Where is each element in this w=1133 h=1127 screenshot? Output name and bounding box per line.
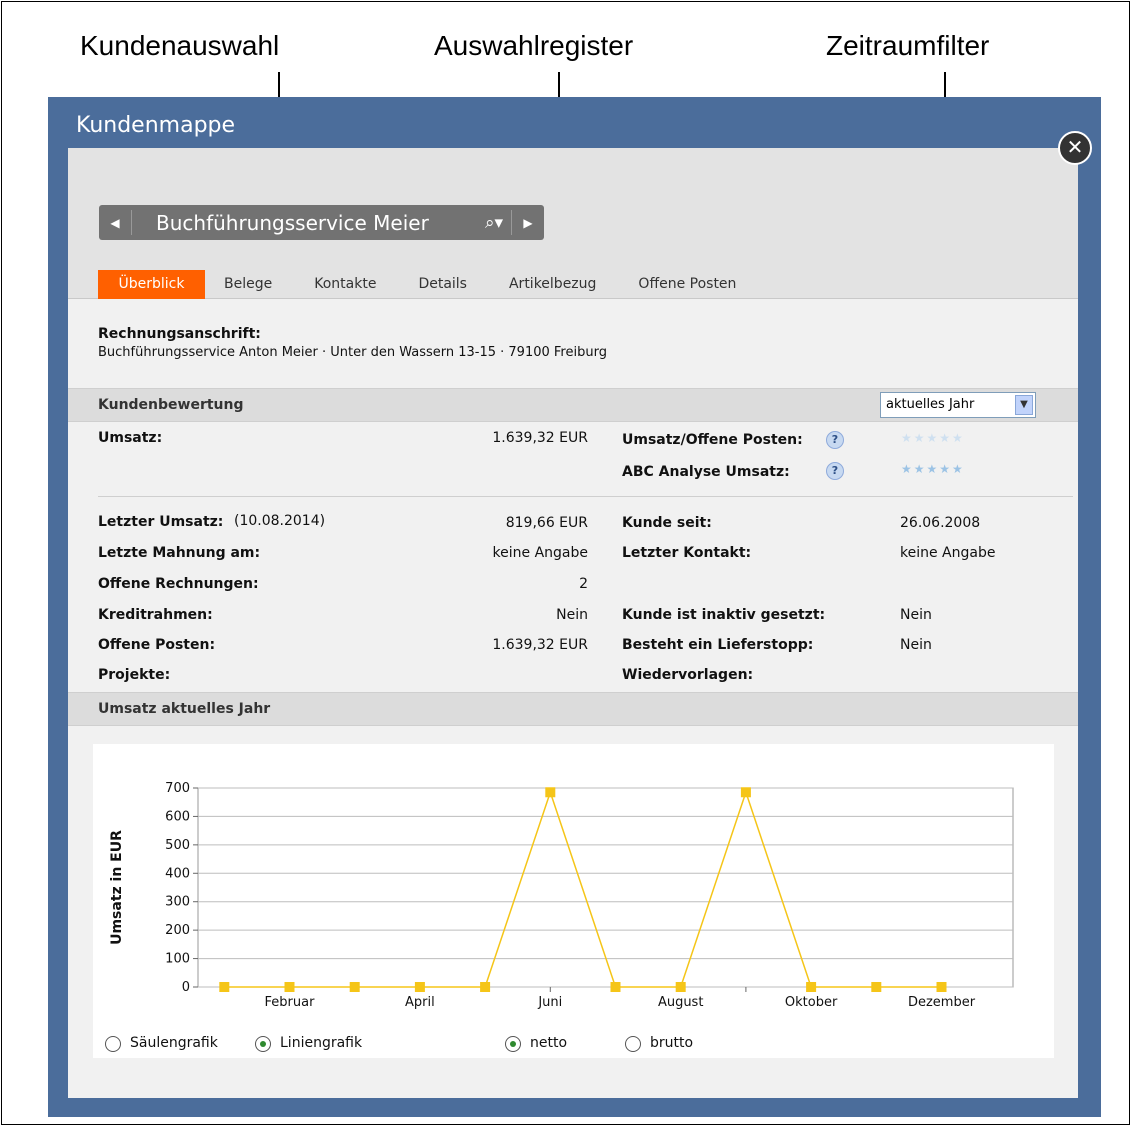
- letzter-kontakt-label: Letzter Kontakt:: [622, 545, 752, 561]
- customer-search-button[interactable]: ⌕▾: [477, 213, 511, 233]
- next-customer-button[interactable]: ▶: [512, 205, 544, 240]
- address-value: Buchführungsservice Anton Meier · Unter …: [98, 345, 607, 360]
- customer-selector: ◀ Buchführungsservice Meier ⌕▾ ▶: [99, 205, 544, 240]
- lieferstopp-label: Besteht ein Lieferstopp:: [622, 637, 814, 653]
- help-icon[interactable]: ?: [826, 431, 844, 449]
- data-point: [480, 982, 491, 992]
- data-point: [284, 982, 295, 992]
- data-point: [414, 982, 425, 992]
- data-point: [610, 982, 621, 992]
- rating-section-title: Kundenbewertung: [98, 397, 244, 413]
- revenue-chart: 0 100 200 300 400 500 600 700 Februar April Juni Au…: [109, 781, 1014, 1010]
- tab-offene-posten[interactable]: Offene Posten: [638, 270, 736, 299]
- y-tick-label: 200: [165, 923, 190, 938]
- line-chart-label: Liniengrafik: [280, 1035, 363, 1051]
- letzter-umsatz-label: Letzter Umsatz:: [98, 514, 224, 530]
- line-chart-radio[interactable]: [255, 1036, 271, 1052]
- rating-section-header: Kundenbewertung aktuelles Jahr ▼: [68, 388, 1078, 422]
- period-filter-value: aktuelles Jahr: [886, 397, 975, 412]
- tab-kontakte[interactable]: Kontakte: [314, 270, 376, 299]
- x-tick-label: Februar: [265, 995, 316, 1010]
- lieferstopp-value: Nein: [900, 637, 932, 653]
- letzte-mahnung-value: keine Angabe: [492, 545, 588, 561]
- abc-analyse-label: ABC Analyse Umsatz:: [622, 464, 790, 480]
- brutto-label: brutto: [650, 1035, 694, 1051]
- y-tick-label: 700: [165, 781, 190, 796]
- address-label: Rechnungsanschrift:: [98, 326, 261, 342]
- y-tick-label: 100: [165, 952, 190, 967]
- brutto-radio[interactable]: [625, 1036, 641, 1052]
- wiedervorlagen-label: Wiedervorlagen:: [622, 667, 754, 683]
- customer-name[interactable]: Buchführungsservice Meier: [132, 211, 477, 235]
- x-tick-label: Juni: [537, 995, 562, 1010]
- data-point: [349, 982, 360, 992]
- x-tick-label: Dezember: [908, 995, 976, 1010]
- data-point: [806, 982, 817, 992]
- callout-tab-register: Auswahlregister: [434, 30, 634, 61]
- y-tick-label: 0: [182, 980, 190, 995]
- kreditrahmen-label: Kreditrahmen:: [98, 607, 213, 623]
- chevron-left-icon: ◀: [110, 215, 120, 230]
- umsatz-offene-posten-label: Umsatz/Offene Posten:: [622, 432, 803, 448]
- window-title: Kundenmappe: [76, 113, 236, 138]
- umsatz-label: Umsatz:: [98, 430, 163, 446]
- letzter-kontakt-value: keine Angabe: [900, 545, 996, 561]
- tab-artikelbezug[interactable]: Artikelbezug: [509, 270, 596, 299]
- data-point: [871, 982, 882, 992]
- data-point: [740, 787, 751, 798]
- letzter-umsatz-date: (10.08.2014): [234, 513, 326, 529]
- letzte-mahnung-label: Letzte Mahnung am:: [98, 545, 261, 561]
- bar-chart-radio[interactable]: [105, 1036, 121, 1052]
- offene-posten-label: Offene Posten:: [98, 637, 216, 653]
- offene-rechnungen-label: Offene Rechnungen:: [98, 576, 259, 592]
- window-content: ◀ Buchführungsservice Meier ⌕▾ ▶ Überbli…: [68, 148, 1078, 1098]
- letzter-umsatz-value: 819,66 EUR: [505, 515, 588, 531]
- kunde-seit-value: 26.06.2008: [900, 515, 981, 531]
- period-filter-select[interactable]: aktuelles Jahr ▼: [880, 392, 1036, 418]
- chevron-down-icon[interactable]: ▼: [1015, 395, 1033, 415]
- revenue-section-title: Umsatz aktuelles Jahr: [98, 701, 271, 717]
- divider: [98, 496, 1073, 497]
- x-tick-label: Oktober: [785, 995, 838, 1010]
- revenue-chart-panel: 0 100 200 300 400 500 600 700 Februar April Juni Au…: [93, 744, 1054, 1058]
- revenue-section-header: Umsatz aktuelles Jahr: [68, 692, 1078, 726]
- data-point: [936, 982, 947, 992]
- tab-details[interactable]: Details: [418, 270, 467, 299]
- close-button[interactable]: ✕: [1058, 131, 1092, 165]
- inaktiv-label: Kunde ist inaktiv gesetzt:: [622, 607, 826, 623]
- netto-radio[interactable]: [505, 1036, 521, 1052]
- y-tick-label: 600: [165, 809, 190, 824]
- data-point: [675, 982, 686, 992]
- bar-chart-label: Säulengrafik: [130, 1035, 218, 1051]
- offene-posten-value: 1.639,32 EUR: [492, 637, 588, 653]
- x-tick-label: April: [405, 995, 435, 1010]
- inaktiv-value: Nein: [900, 607, 932, 623]
- data-point: [545, 787, 556, 798]
- y-tick-label: 400: [165, 866, 190, 881]
- y-tick-label: 300: [165, 895, 190, 910]
- projekte-label: Projekte:: [98, 667, 171, 683]
- umsatz-offene-posten-stars: ★★★★★: [901, 431, 965, 445]
- help-icon[interactable]: ?: [826, 462, 844, 480]
- header-area: ◀ Buchführungsservice Meier ⌕▾ ▶ Überbli…: [68, 148, 1078, 299]
- data-point: [219, 982, 230, 992]
- x-tick-label: August: [658, 995, 704, 1010]
- offene-rechnungen-value: 2: [579, 576, 588, 592]
- previous-customer-button[interactable]: ◀: [99, 205, 131, 240]
- umsatz-value: 1.639,32 EUR: [492, 430, 588, 446]
- search-icon: ⌕▾: [484, 212, 504, 233]
- abc-analyse-stars: ★★★★★: [901, 462, 965, 476]
- kreditrahmen-value: Nein: [556, 607, 588, 623]
- callout-period-filter: Zeitraumfilter: [826, 30, 990, 61]
- tab-ueberblick[interactable]: Überblick: [98, 270, 205, 299]
- y-tick-label: 500: [165, 838, 190, 853]
- tab-bar: Überblick Belege Kontakte Details Artike…: [98, 270, 736, 299]
- chevron-right-icon: ▶: [523, 215, 533, 230]
- y-axis-label: Umsatz in EUR: [109, 830, 125, 945]
- netto-label: netto: [530, 1035, 568, 1051]
- callout-customer-select: Kundenauswahl: [80, 30, 280, 61]
- tab-belege[interactable]: Belege: [224, 270, 272, 299]
- close-icon: ✕: [1066, 135, 1084, 159]
- kunde-seit-label: Kunde seit:: [622, 515, 712, 531]
